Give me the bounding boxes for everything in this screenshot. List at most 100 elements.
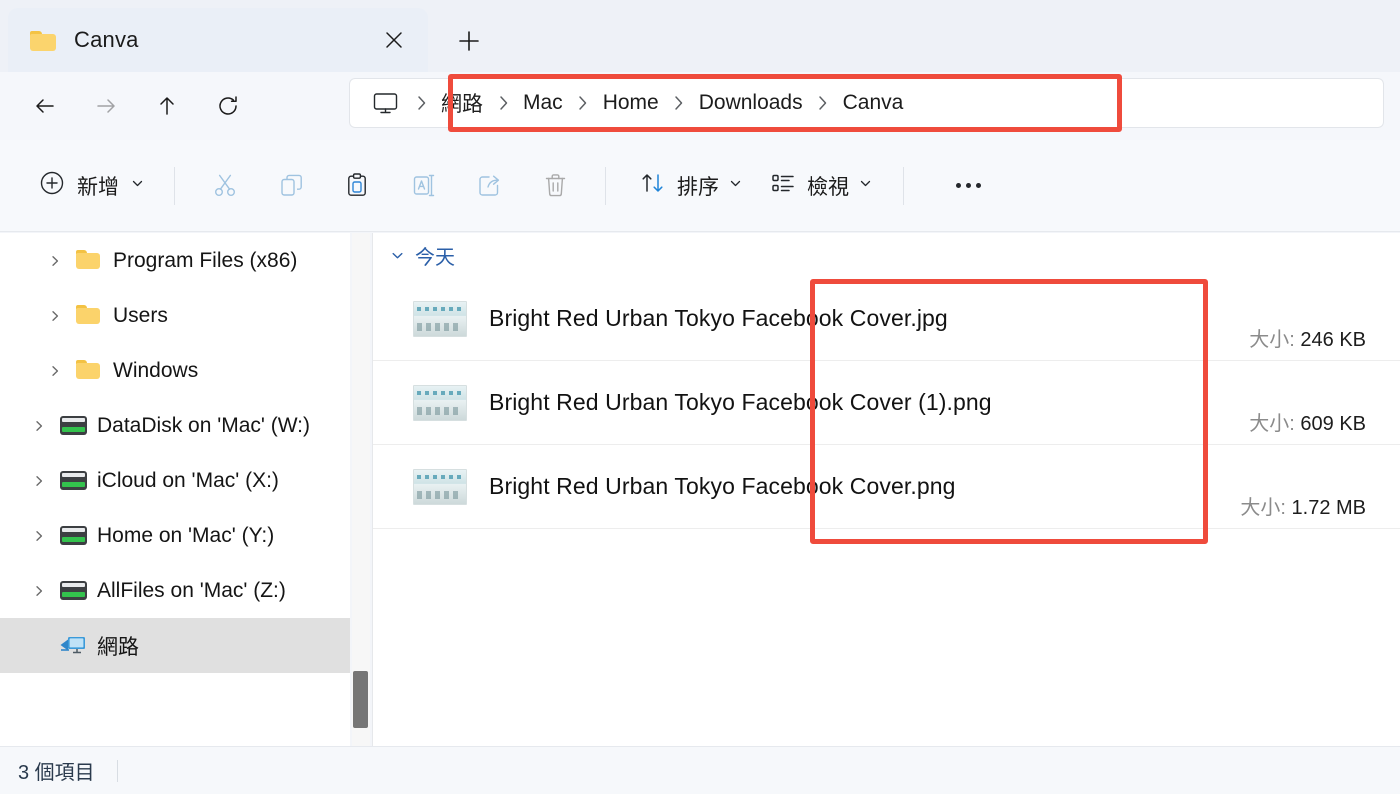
- file-size: 大小: 609 KB: [1249, 407, 1366, 436]
- delete-button: [528, 162, 582, 210]
- monitor-icon[interactable]: [363, 83, 407, 123]
- sort-button[interactable]: 排序: [629, 162, 753, 210]
- file-size-value: 246 KB: [1300, 329, 1366, 351]
- toolbar-divider: [903, 166, 904, 205]
- file-size: 大小: 246 KB: [1249, 323, 1366, 352]
- file-size-value: 609 KB: [1300, 413, 1366, 435]
- sidebar-item-network[interactable]: 網路: [0, 618, 350, 673]
- copy-button: [264, 162, 318, 210]
- sidebar-item-label: AllFiles on 'Mac' (Z:): [97, 578, 286, 602]
- plus-circle-icon: [38, 169, 66, 202]
- sidebar-scrollbar-thumb[interactable]: [353, 671, 368, 728]
- breadcrumb-item-home[interactable]: Home: [597, 86, 665, 120]
- tab-title: Canva: [74, 27, 139, 52]
- chevron-right-icon[interactable]: [22, 474, 56, 488]
- image-thumbnail: [413, 468, 467, 505]
- chevron-right-icon[interactable]: [22, 584, 56, 598]
- file-list-item[interactable]: Bright Red Urban Tokyo Facebook Cover.pn…: [373, 445, 1400, 529]
- breadcrumb-item-canva[interactable]: Canva: [837, 86, 910, 120]
- tab-canva[interactable]: Canva: [8, 8, 428, 72]
- status-bar: 3 個項目: [0, 746, 1400, 794]
- status-divider: [116, 759, 118, 782]
- file-size-label: 大小:: [1249, 413, 1295, 435]
- refresh-button[interactable]: [204, 85, 252, 127]
- navigation-pane: Program Files (x86) Users Windows DataDi…: [0, 233, 350, 746]
- chevron-right-icon: [809, 94, 837, 112]
- chevron-right-icon: [665, 94, 693, 112]
- sidebar-item-windows[interactable]: Windows: [0, 343, 350, 398]
- rename-button: [396, 162, 450, 210]
- close-icon[interactable]: [374, 20, 414, 60]
- up-button[interactable]: [143, 85, 191, 127]
- file-list-item[interactable]: Bright Red Urban Tokyo Facebook Cover (1…: [373, 361, 1400, 445]
- drive-icon: [56, 413, 90, 439]
- image-thumbnail: [413, 300, 467, 337]
- tab-strip: Canva: [0, 0, 1400, 72]
- sidebar-item-label: 網路: [97, 635, 139, 659]
- sidebar-item-label: Windows: [113, 358, 199, 382]
- network-icon: [56, 633, 90, 659]
- drive-icon: [56, 578, 90, 604]
- chevron-right-icon[interactable]: [38, 254, 72, 268]
- chevron-right-icon[interactable]: [38, 364, 72, 378]
- share-button: [462, 162, 516, 210]
- sidebar-item-icloud-x[interactable]: iCloud on 'Mac' (X:): [0, 453, 350, 508]
- file-group-label: 今天: [415, 246, 455, 269]
- cut-button: [198, 162, 252, 210]
- chevron-right-icon: [489, 94, 517, 112]
- new-button-label: 新增: [77, 175, 119, 199]
- sidebar-item-allfiles-z[interactable]: AllFiles on 'Mac' (Z:): [0, 563, 350, 618]
- more-horizontal-icon[interactable]: [941, 162, 995, 210]
- folder-icon: [30, 29, 58, 51]
- item-count-label: 3 個項目: [18, 762, 95, 784]
- paste-button[interactable]: [330, 162, 384, 210]
- folder-icon: [72, 303, 106, 329]
- file-explorer-window: Canva 網路 Mac Home Downloads Canva 新增 排序 …: [0, 0, 1400, 794]
- chevron-right-icon[interactable]: [38, 309, 72, 323]
- file-group-header-today[interactable]: 今天: [373, 233, 1400, 277]
- chevron-down-icon: [130, 176, 145, 196]
- breadcrumb-item-network[interactable]: 網路: [435, 83, 489, 123]
- file-list: 今天 Bright Red Urban Tokyo Facebook Cover…: [373, 233, 1400, 746]
- sidebar-item-datadisk-w[interactable]: DataDisk on 'Mac' (W:): [0, 398, 350, 453]
- breadcrumb-item-mac[interactable]: Mac: [517, 86, 569, 120]
- new-button[interactable]: 新增: [28, 162, 157, 210]
- sort-icon: [639, 169, 667, 202]
- chevron-down-icon: [858, 176, 873, 196]
- back-button[interactable]: [21, 85, 69, 127]
- chevron-down-icon: [728, 176, 743, 196]
- file-name: Bright Red Urban Tokyo Facebook Cover.jp…: [489, 305, 948, 331]
- chevron-right-icon[interactable]: [22, 529, 56, 543]
- sidebar-item-label: Users: [113, 303, 168, 327]
- folder-icon: [72, 248, 106, 274]
- toolbar-divider: [605, 166, 606, 205]
- file-size-value: 1.72 MB: [1291, 497, 1366, 519]
- chevron-right-icon: [569, 94, 597, 112]
- new-tab-button[interactable]: [442, 14, 496, 68]
- view-button[interactable]: 檢視: [759, 162, 883, 210]
- sidebar-item-label: Home on 'Mac' (Y:): [97, 523, 275, 547]
- view-button-label: 檢視: [807, 175, 849, 199]
- sidebar-item-label: DataDisk on 'Mac' (W:): [97, 413, 311, 437]
- sidebar-item-label: iCloud on 'Mac' (X:): [97, 468, 279, 492]
- image-thumbnail: [413, 384, 467, 421]
- address-bar[interactable]: 網路 Mac Home Downloads Canva: [349, 78, 1384, 128]
- command-bar: 新增 排序 檢視: [0, 140, 1400, 232]
- file-size: 大小: 1.72 MB: [1240, 491, 1366, 520]
- sidebar-item-program-files-x86[interactable]: Program Files (x86): [0, 233, 350, 288]
- folder-icon: [72, 358, 106, 384]
- chevron-right-icon: [407, 94, 435, 112]
- sidebar-item-users[interactable]: Users: [0, 288, 350, 343]
- chevron-right-icon: [22, 639, 56, 653]
- file-list-item[interactable]: Bright Red Urban Tokyo Facebook Cover.jp…: [373, 277, 1400, 361]
- file-name: Bright Red Urban Tokyo Facebook Cover (1…: [489, 389, 992, 415]
- breadcrumb-item-downloads[interactable]: Downloads: [693, 86, 809, 120]
- file-name: Bright Red Urban Tokyo Facebook Cover.pn…: [489, 473, 956, 499]
- sidebar-item-home-y[interactable]: Home on 'Mac' (Y:): [0, 508, 350, 563]
- sort-button-label: 排序: [677, 175, 719, 199]
- forward-button: [82, 85, 130, 127]
- chevron-right-icon[interactable]: [22, 419, 56, 433]
- drive-icon: [56, 523, 90, 549]
- chevron-down-icon[interactable]: [390, 248, 405, 263]
- sidebar-scrollbar[interactable]: [352, 233, 370, 746]
